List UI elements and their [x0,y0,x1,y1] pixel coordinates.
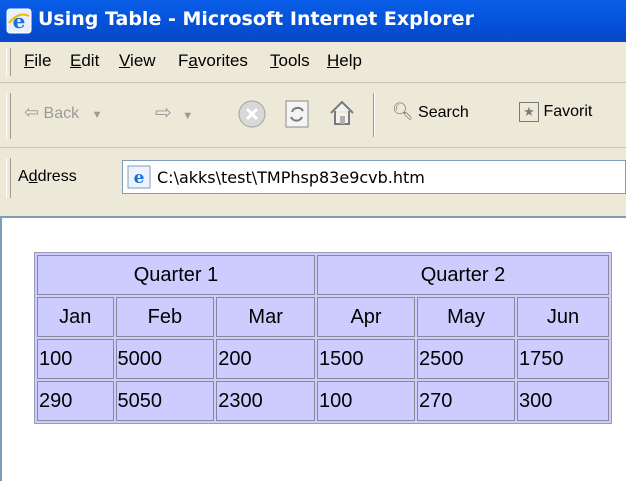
month-mar: Mar [216,297,315,337]
favorites-label: Favorit [543,103,593,120]
page-icon: e [127,165,151,189]
table-cell: 270 [417,381,515,421]
favorites-star-icon: ★ [519,102,539,122]
svg-text:e: e [13,9,26,33]
svg-text:e: e [134,168,145,188]
table-cell: 5000 [115,339,215,379]
toolbar-grip[interactable] [6,93,11,139]
table-cell: 5050 [115,381,215,421]
back-dropdown-icon[interactable]: ▼ [92,109,103,121]
menu-file[interactable]: File [24,51,51,71]
quarter1-header: Quarter 1 [37,255,315,295]
forward-arrow-icon: ⇨ [155,102,172,124]
month-may: May [417,297,515,337]
search-label: Search [418,104,469,121]
menu-grip[interactable] [6,48,11,76]
search-button[interactable]: 🔍︎ Search [392,102,469,122]
quarter-table: Quarter 1 Quarter 2 Jan Feb Mar Apr May … [34,252,612,424]
table-cell: 2300 [216,381,315,421]
menu-help[interactable]: Help [327,51,362,71]
table-cell: 1500 [317,339,415,379]
menu-favorites[interactable]: Favorites [178,51,248,71]
table-cell: 300 [517,381,609,421]
table-cell: 290 [37,381,114,421]
month-jan: Jan [37,297,114,337]
table-cell: 2500 [417,339,515,379]
address-label: Address [18,168,77,185]
menu-edit[interactable]: Edit [70,51,99,71]
stop-icon[interactable] [237,99,267,129]
back-button[interactable]: ⇦ Back ▼ [24,102,102,123]
toolbar-separator [373,93,375,137]
table-cell: 1750 [517,339,609,379]
internet-explorer-icon: e [6,8,32,34]
search-icon: 🔍︎ [392,102,414,121]
month-feb: Feb [115,297,215,337]
home-icon[interactable] [327,98,357,128]
address-url: C:\akks\test\TMPhsp83e9cvb.htm [157,168,425,187]
refresh-icon[interactable] [283,99,311,129]
table-cell: 100 [317,381,415,421]
menu-view[interactable]: View [119,51,156,71]
address-input[interactable]: e C:\akks\test\TMPhsp83e9cvb.htm [122,160,626,194]
back-arrow-icon: ⇦ [24,102,40,122]
menu-tools[interactable]: Tools [270,51,310,71]
title-bar: e Using Table - Microsoft Internet Explo… [0,0,626,42]
standard-toolbar: ⇦ Back ▼ ⇨ ▼ 🔍︎ Search ★ Favorit [0,83,626,148]
forward-dropdown-icon[interactable]: ▼ [182,110,193,122]
window-title: Using Table - Microsoft Internet Explore… [38,8,474,30]
table-cell: 100 [37,339,114,379]
table-header-row: Quarter 1 Quarter 2 [37,255,609,295]
favorites-button[interactable]: ★ Favorit [519,102,592,122]
month-row: Jan Feb Mar Apr May Jun [37,297,609,337]
table-row: 100 5000 200 1500 2500 1750 [37,339,609,379]
month-jun: Jun [517,297,609,337]
quarter2-header: Quarter 2 [317,255,609,295]
table-cell: 200 [216,339,315,379]
month-apr: Apr [317,297,415,337]
table-row: 290 5050 2300 100 270 300 [37,381,609,421]
back-label: Back [43,105,80,122]
address-grip[interactable] [6,158,11,198]
menu-bar: File Edit View Favorites Tools Help [0,42,626,83]
forward-button[interactable]: ⇨ ▼ [155,100,193,125]
